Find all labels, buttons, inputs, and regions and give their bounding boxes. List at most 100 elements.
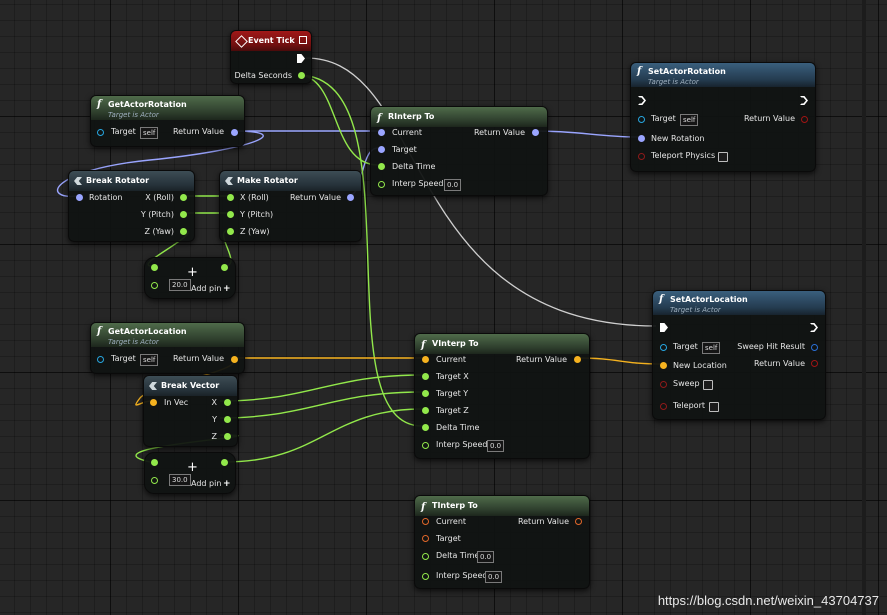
add-output-pin[interactable] bbox=[221, 459, 228, 466]
exec-out-pin[interactable] bbox=[297, 54, 305, 63]
break-rotator-node[interactable]: Break Rotator Rotation X (Roll) Y (Pitch… bbox=[68, 170, 195, 242]
make-rotator-header[interactable]: Make Rotator bbox=[220, 171, 361, 191]
add-input-b-pin[interactable] bbox=[151, 282, 158, 289]
exec-out-pin[interactable] bbox=[810, 323, 818, 332]
target-pin[interactable] bbox=[97, 356, 104, 363]
interp-speed-field[interactable]: 0.0 bbox=[487, 440, 505, 452]
add-pin-label[interactable]: Add pin bbox=[191, 479, 221, 489]
vinterp-to-node[interactable]: f VInterp To Current Return Value Target… bbox=[414, 333, 590, 459]
add-pin-plus-icon[interactable]: + bbox=[223, 479, 231, 489]
float-wire-delta-to-rinterp[interactable] bbox=[297, 74, 379, 166]
roll-input-pin[interactable] bbox=[227, 194, 234, 201]
break-rotator-header[interactable]: Break Rotator bbox=[69, 171, 194, 191]
new-location-pin[interactable] bbox=[660, 362, 667, 369]
add-input-b-pin[interactable] bbox=[151, 477, 158, 484]
roll-output-pin[interactable] bbox=[180, 194, 187, 201]
sweep-hit-result-pin[interactable] bbox=[811, 344, 818, 351]
target-pin[interactable] bbox=[422, 535, 429, 542]
exec-out-pin[interactable] bbox=[800, 96, 808, 105]
rotation-input-pin[interactable] bbox=[76, 194, 83, 201]
event-tick-node[interactable]: Event Tick Delta Seconds bbox=[230, 30, 312, 84]
add-input-a-pin[interactable] bbox=[151, 459, 158, 466]
target-pin[interactable] bbox=[97, 129, 104, 136]
in-vec-pin[interactable] bbox=[150, 399, 157, 406]
exec-in-pin[interactable] bbox=[660, 323, 668, 332]
tinterp-to-node[interactable]: f TInterp To Current Return Value Target… bbox=[414, 495, 590, 589]
target-z-pin[interactable] bbox=[422, 407, 429, 414]
self-field[interactable]: self bbox=[702, 342, 721, 354]
teleport-checkbox[interactable] bbox=[709, 402, 719, 412]
current-pin[interactable] bbox=[422, 356, 429, 363]
blueprint-graph-canvas[interactable]: Event Tick Delta Seconds f GetActorRotat… bbox=[0, 0, 887, 615]
yaw-output-pin[interactable] bbox=[180, 228, 187, 235]
teleport-pin[interactable] bbox=[660, 403, 667, 410]
set-actor-location-header[interactable]: f SetActorLocation Target is Actor bbox=[653, 291, 825, 315]
add-output-pin[interactable] bbox=[221, 264, 228, 271]
interp-speed-field[interactable]: 0.0 bbox=[444, 179, 462, 191]
rotator-wire-rinterp-to-setrot[interactable] bbox=[534, 130, 640, 138]
rinterp-to-header[interactable]: f RInterp To bbox=[371, 107, 547, 127]
return-value-vector-pin[interactable] bbox=[574, 356, 581, 363]
vinterp-to-header[interactable]: f VInterp To bbox=[415, 334, 589, 354]
return-value-rotator-pin[interactable] bbox=[532, 129, 539, 136]
get-actor-rotation-node[interactable]: f GetActorRotation Target is Actor Targe… bbox=[90, 95, 245, 147]
float-wire-y-to-targety[interactable] bbox=[219, 391, 423, 419]
add-input-a-pin[interactable] bbox=[151, 264, 158, 271]
return-value-rotator-pin[interactable] bbox=[347, 194, 354, 201]
target-y-pin[interactable] bbox=[422, 390, 429, 397]
vertical-scrollbar[interactable] bbox=[862, 0, 866, 615]
return-value-transform-pin[interactable] bbox=[575, 518, 582, 525]
add-value-field[interactable]: 30.0 bbox=[169, 474, 191, 486]
delta-time-pin[interactable] bbox=[422, 424, 429, 431]
delta-time-field[interactable]: 0.0 bbox=[477, 551, 495, 563]
teleport-physics-pin[interactable] bbox=[638, 153, 645, 160]
current-pin[interactable] bbox=[422, 518, 429, 525]
get-actor-location-header[interactable]: f GetActorLocation Target is Actor bbox=[91, 323, 244, 347]
get-actor-location-node[interactable]: f GetActorLocation Target is Actor Targe… bbox=[90, 322, 245, 374]
event-output-delegate-icon[interactable] bbox=[299, 36, 307, 44]
return-value-rotator-pin[interactable] bbox=[231, 129, 238, 136]
add-pin-plus-icon[interactable]: + bbox=[223, 284, 231, 294]
add-pin-label[interactable]: Add pin bbox=[191, 284, 221, 294]
target-pin[interactable] bbox=[378, 146, 385, 153]
delta-seconds-pin[interactable] bbox=[298, 72, 305, 79]
self-field[interactable]: self bbox=[680, 114, 699, 126]
float-add-node-1[interactable]: + 20.0 Add pin + bbox=[144, 257, 236, 299]
target-x-pin[interactable] bbox=[422, 373, 429, 380]
teleport-physics-checkbox[interactable] bbox=[718, 152, 728, 162]
current-pin[interactable] bbox=[378, 129, 385, 136]
float-wire-add-to-targetz[interactable] bbox=[224, 408, 423, 463]
float-wire-x-to-targetx[interactable] bbox=[219, 374, 423, 402]
get-actor-rotation-header[interactable]: f GetActorRotation Target is Actor bbox=[91, 96, 244, 120]
interp-speed-pin[interactable] bbox=[378, 181, 385, 188]
interp-speed-pin[interactable] bbox=[422, 573, 429, 580]
set-actor-location-node[interactable]: f SetActorLocation Target is Actor Targe… bbox=[652, 290, 826, 420]
interp-speed-pin[interactable] bbox=[422, 442, 429, 449]
set-actor-rotation-header[interactable]: f SetActorRotation Target is Actor bbox=[631, 63, 815, 87]
return-value-bool-pin[interactable] bbox=[811, 360, 818, 367]
self-field[interactable]: self bbox=[140, 354, 159, 366]
target-pin[interactable] bbox=[660, 344, 667, 351]
tinterp-to-header[interactable]: f TInterp To bbox=[415, 496, 589, 516]
sweep-checkbox[interactable] bbox=[703, 380, 713, 390]
pitch-output-pin[interactable] bbox=[180, 211, 187, 218]
return-value-vector-pin[interactable] bbox=[231, 356, 238, 363]
new-rotation-pin[interactable] bbox=[638, 135, 645, 142]
break-vector-node[interactable]: Break Vector In Vec X Y Z bbox=[143, 375, 238, 447]
exec-in-pin[interactable] bbox=[638, 96, 646, 105]
interp-speed-field[interactable]: 0.0 bbox=[485, 571, 503, 583]
z-output-pin[interactable] bbox=[224, 433, 231, 440]
add-value-field[interactable]: 20.0 bbox=[169, 279, 191, 291]
delta-time-pin[interactable] bbox=[422, 553, 429, 560]
return-value-bool-pin[interactable] bbox=[801, 116, 808, 123]
delta-time-pin[interactable] bbox=[378, 163, 385, 170]
set-actor-rotation-node[interactable]: f SetActorRotation Target is Actor Targe… bbox=[630, 62, 816, 172]
x-output-pin[interactable] bbox=[224, 399, 231, 406]
y-output-pin[interactable] bbox=[224, 416, 231, 423]
float-add-node-2[interactable]: + 30.0 Add pin + bbox=[144, 452, 236, 494]
self-field[interactable]: self bbox=[140, 127, 159, 139]
pitch-input-pin[interactable] bbox=[227, 211, 234, 218]
rinterp-to-node[interactable]: f RInterp To Current Return Value Target… bbox=[370, 106, 548, 196]
sweep-pin[interactable] bbox=[660, 381, 667, 388]
event-tick-header[interactable]: Event Tick bbox=[231, 31, 311, 51]
